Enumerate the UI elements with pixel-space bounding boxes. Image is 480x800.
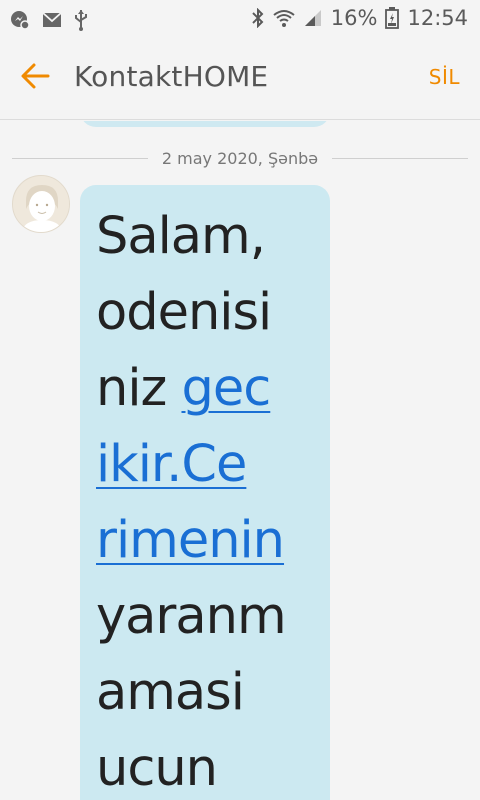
status-bar-notifications bbox=[10, 9, 88, 31]
status-bar-system: 16% 12:54 bbox=[251, 6, 468, 30]
battery-percentage: 16% bbox=[330, 6, 378, 30]
message-text-line: yaranm bbox=[96, 587, 287, 646]
mail-icon bbox=[42, 12, 62, 27]
message-link-line: ikir.Ce bbox=[96, 427, 314, 503]
message-link[interactable]: gec bbox=[181, 359, 271, 418]
message-text-line: niz gec bbox=[96, 351, 314, 427]
previous-message-bubble[interactable] bbox=[80, 121, 330, 127]
delete-button[interactable]: SİL bbox=[429, 65, 460, 89]
message-bubble[interactable]: Salam, odenisi niz gec ikir.Ce rimenin y… bbox=[80, 185, 330, 800]
divider-line bbox=[12, 157, 148, 159]
contact-avatar[interactable] bbox=[12, 175, 70, 233]
date-divider: 2 may 2020, Şənbə bbox=[12, 147, 468, 169]
back-arrow-icon bbox=[21, 63, 50, 89]
app-bar: KontaktHOME SİL bbox=[0, 38, 480, 120]
message-text-line: Salam, bbox=[96, 207, 266, 266]
bluetooth-icon bbox=[252, 8, 264, 28]
message-link-line: rimenin bbox=[96, 503, 314, 579]
message-text-line: ucun bbox=[96, 739, 218, 798]
back-button[interactable] bbox=[18, 58, 54, 94]
wifi-icon bbox=[273, 10, 295, 27]
message-text-line: amasi bbox=[96, 663, 245, 722]
message-link[interactable]: rimenin bbox=[96, 511, 285, 570]
divider-line bbox=[332, 157, 468, 159]
message-text-line: odenisi bbox=[96, 283, 272, 342]
status-bar: 16% 12:54 bbox=[0, 0, 480, 38]
battery-icon bbox=[385, 7, 400, 29]
date-divider-text: 2 may 2020, Şənbə bbox=[161, 148, 319, 168]
signal-icon bbox=[304, 10, 321, 26]
default-avatar-icon bbox=[13, 176, 69, 232]
conversation-area[interactable]: 2 may 2020, Şənbə Salam, odenisi niz gec… bbox=[0, 121, 480, 800]
clock: 12:54 bbox=[407, 6, 468, 30]
conversation-title: KontaktHOME bbox=[74, 60, 269, 93]
message-text-fragment: niz bbox=[96, 359, 182, 418]
usb-icon bbox=[75, 10, 87, 31]
message-link[interactable]: ikir.Ce bbox=[96, 435, 247, 494]
messenger-icon bbox=[11, 11, 30, 30]
